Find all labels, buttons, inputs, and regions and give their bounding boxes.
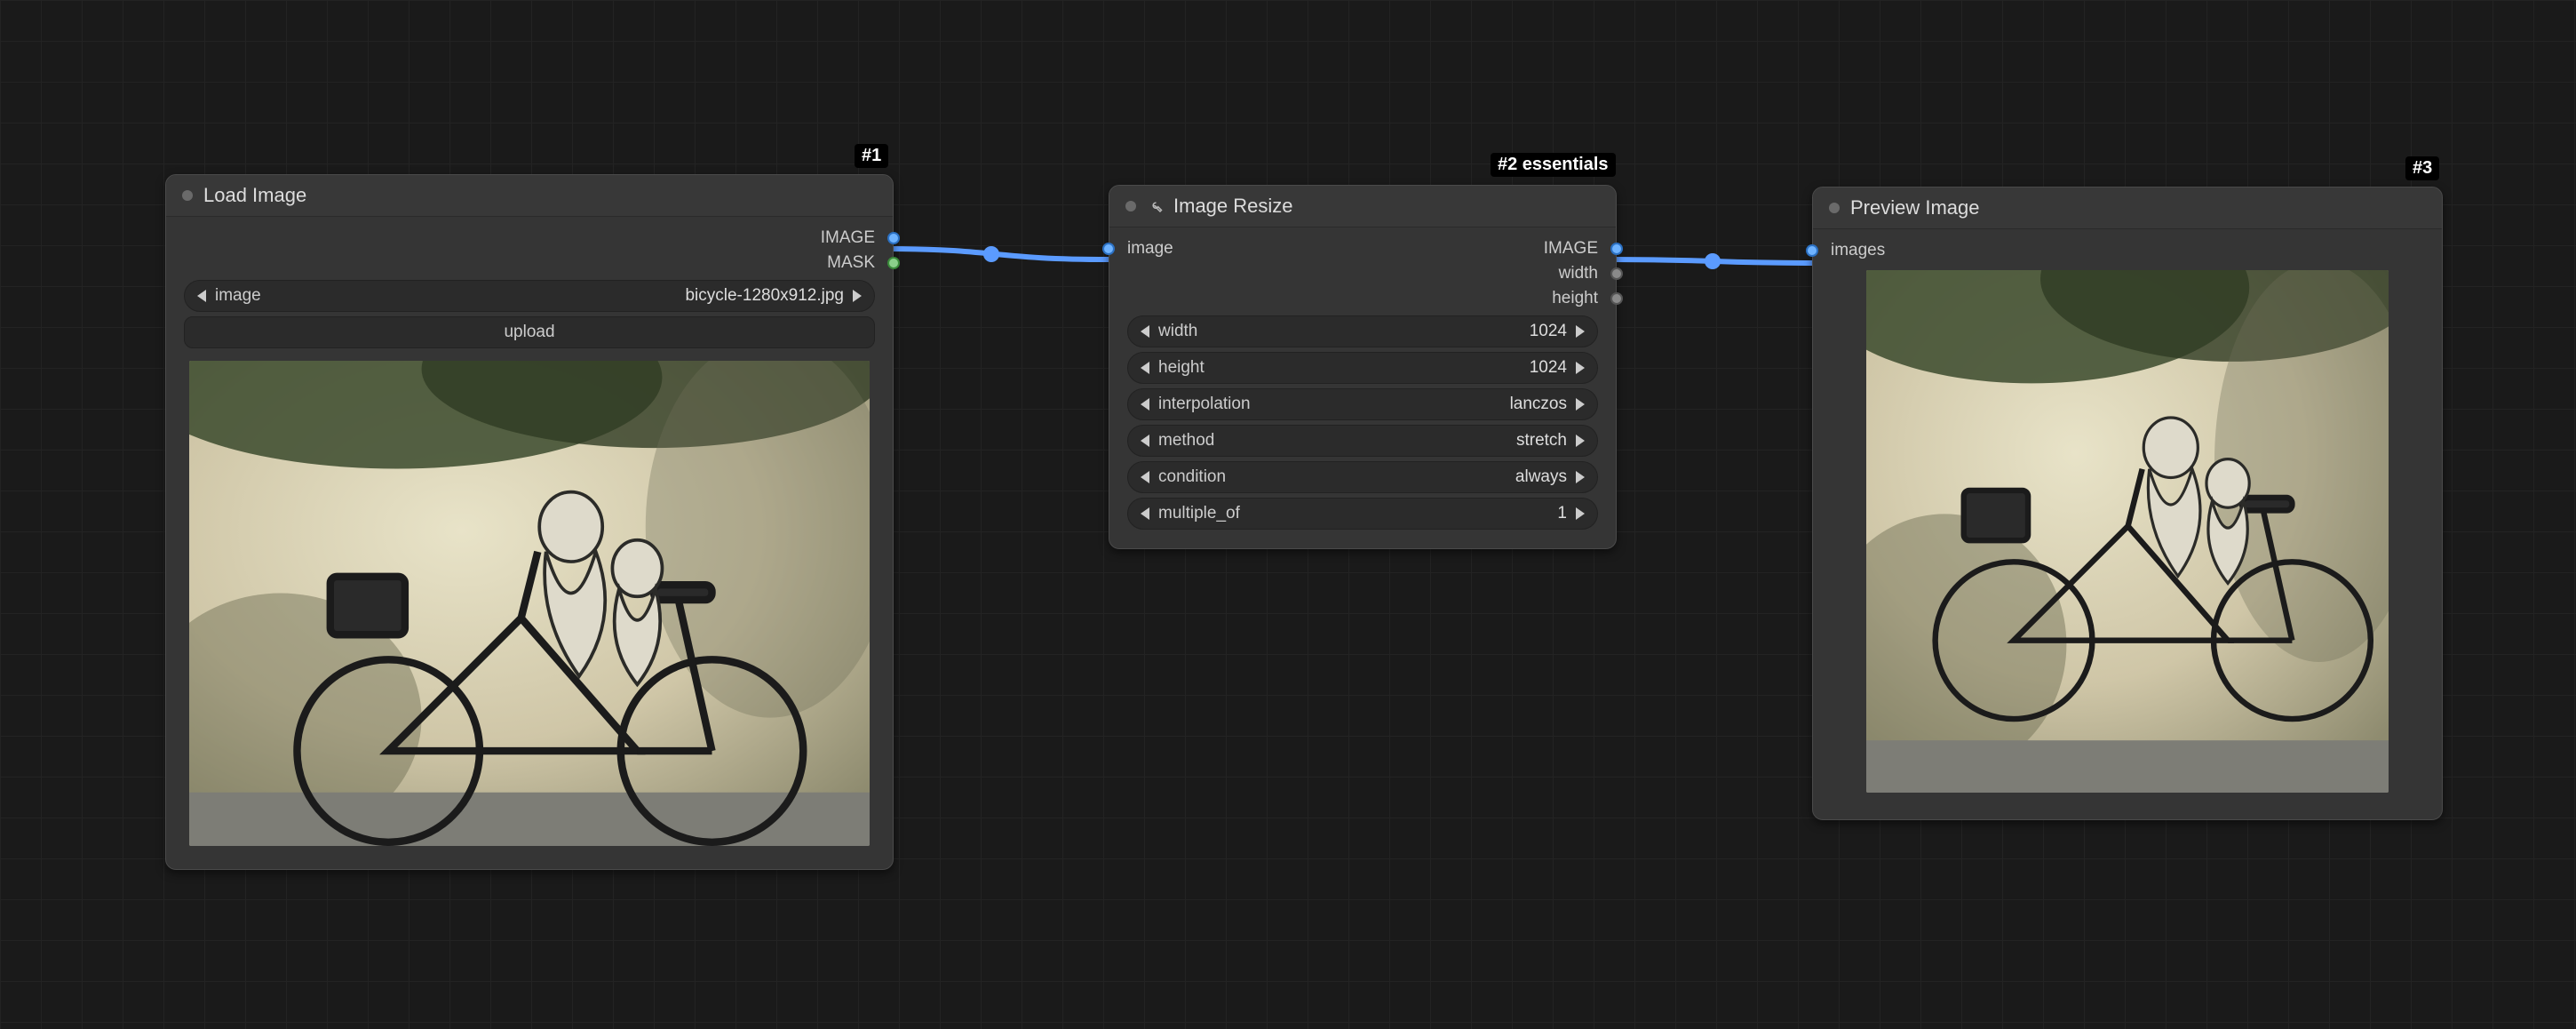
collapse-dot-icon[interactable] bbox=[182, 190, 193, 201]
port-label: images bbox=[1831, 241, 1885, 260]
image-select-widget[interactable]: image bicycle-1280x912.jpg bbox=[184, 280, 875, 312]
width-widget[interactable]: width 1024 bbox=[1127, 315, 1598, 347]
node-preview-image[interactable]: Preview Image images bbox=[1812, 187, 2443, 820]
node-header[interactable]: Preview Image bbox=[1813, 187, 2442, 229]
port-dot-image-icon[interactable] bbox=[887, 232, 900, 244]
upload-button[interactable]: upload bbox=[184, 316, 875, 348]
image-preview bbox=[1866, 270, 2389, 793]
widget-value: 1 bbox=[1557, 504, 1567, 523]
chevron-left-icon[interactable] bbox=[1141, 325, 1149, 338]
output-port-image[interactable]: IMAGE bbox=[166, 226, 893, 251]
method-widget[interactable]: method stretch bbox=[1127, 425, 1598, 457]
chevron-left-icon[interactable] bbox=[1141, 507, 1149, 520]
widget-label: interpolation bbox=[1158, 395, 1251, 414]
port-dot-image-icon[interactable] bbox=[1610, 243, 1623, 255]
port-dot-scalar-icon[interactable] bbox=[1610, 267, 1623, 280]
preview-illustration-icon bbox=[189, 361, 870, 846]
node-title: Image Resize bbox=[1173, 195, 1600, 218]
widget-label: image bbox=[215, 286, 261, 306]
output-port-mask[interactable]: MASK bbox=[166, 251, 893, 275]
port-dot-image-icon[interactable] bbox=[1806, 244, 1818, 257]
condition-widget[interactable]: condition always bbox=[1127, 461, 1598, 493]
wrench-icon bbox=[1147, 198, 1163, 214]
image-preview bbox=[189, 361, 870, 846]
chevron-right-icon[interactable] bbox=[1576, 325, 1585, 338]
button-label: upload bbox=[504, 323, 554, 342]
widget-label: condition bbox=[1158, 467, 1226, 487]
height-widget[interactable]: height 1024 bbox=[1127, 352, 1598, 384]
node-title: Preview Image bbox=[1850, 196, 2426, 219]
widget-value: 1024 bbox=[1530, 322, 1567, 341]
chevron-left-icon[interactable] bbox=[1141, 398, 1149, 411]
port-label: IMAGE bbox=[1544, 239, 1598, 259]
node-title: Load Image bbox=[203, 184, 877, 207]
node-badge-3: #3 bbox=[2405, 156, 2439, 180]
widget-value: always bbox=[1515, 467, 1567, 487]
widget-value: lanczos bbox=[1510, 395, 1567, 414]
chevron-left-icon[interactable] bbox=[1141, 435, 1149, 447]
widget-label: height bbox=[1158, 358, 1205, 378]
node-load-image[interactable]: Load Image IMAGE MASK image bicycle-1280… bbox=[165, 174, 894, 870]
node-canvas[interactable]: #1 Load Image IMAGE MASK image bicycle-1… bbox=[0, 0, 2576, 1029]
node-badge-2: #2 essentials bbox=[1491, 153, 1616, 177]
output-port-width[interactable]: width bbox=[1109, 261, 1616, 286]
port-dot-scalar-icon[interactable] bbox=[1610, 292, 1623, 305]
collapse-dot-icon[interactable] bbox=[1829, 203, 1840, 213]
chevron-right-icon[interactable] bbox=[1576, 435, 1585, 447]
widget-label: method bbox=[1158, 431, 1214, 451]
port-label: IMAGE bbox=[821, 228, 875, 248]
node-badge-1: #1 bbox=[855, 144, 888, 168]
port-label: image bbox=[1127, 239, 1173, 259]
widget-value: 1024 bbox=[1530, 358, 1567, 378]
widget-label: width bbox=[1158, 322, 1197, 341]
widget-value: bicycle-1280x912.jpg bbox=[685, 286, 844, 306]
input-port-images[interactable]: images bbox=[1813, 238, 2442, 263]
port-dot-mask-icon[interactable] bbox=[887, 257, 900, 269]
port-label: width bbox=[1559, 264, 1598, 283]
chevron-left-icon[interactable] bbox=[197, 290, 206, 302]
preview-illustration-icon bbox=[1866, 270, 2389, 793]
collapse-dot-icon[interactable] bbox=[1125, 201, 1136, 211]
port-label: height bbox=[1552, 289, 1598, 308]
chevron-left-icon[interactable] bbox=[1141, 471, 1149, 483]
interpolation-widget[interactable]: interpolation lanczos bbox=[1127, 388, 1598, 420]
input-port-image[interactable]: image bbox=[1109, 236, 1363, 261]
node-image-resize[interactable]: Image Resize image IMAGE width height bbox=[1109, 185, 1617, 549]
output-port-height[interactable]: height bbox=[1109, 286, 1616, 311]
output-port-image[interactable]: IMAGE bbox=[1363, 236, 1616, 261]
widget-label: multiple_of bbox=[1158, 504, 1240, 523]
chevron-right-icon[interactable] bbox=[1576, 398, 1585, 411]
chevron-right-icon[interactable] bbox=[1576, 362, 1585, 374]
chevron-left-icon[interactable] bbox=[1141, 362, 1149, 374]
chevron-right-icon[interactable] bbox=[1576, 471, 1585, 483]
chevron-right-icon[interactable] bbox=[853, 290, 862, 302]
node-header[interactable]: Image Resize bbox=[1109, 186, 1616, 227]
multiple-of-widget[interactable]: multiple_of 1 bbox=[1127, 498, 1598, 530]
port-dot-image-icon[interactable] bbox=[1102, 243, 1115, 255]
port-label: MASK bbox=[827, 253, 875, 273]
chevron-right-icon[interactable] bbox=[1576, 507, 1585, 520]
node-header[interactable]: Load Image bbox=[166, 175, 893, 217]
widget-value: stretch bbox=[1516, 431, 1567, 451]
